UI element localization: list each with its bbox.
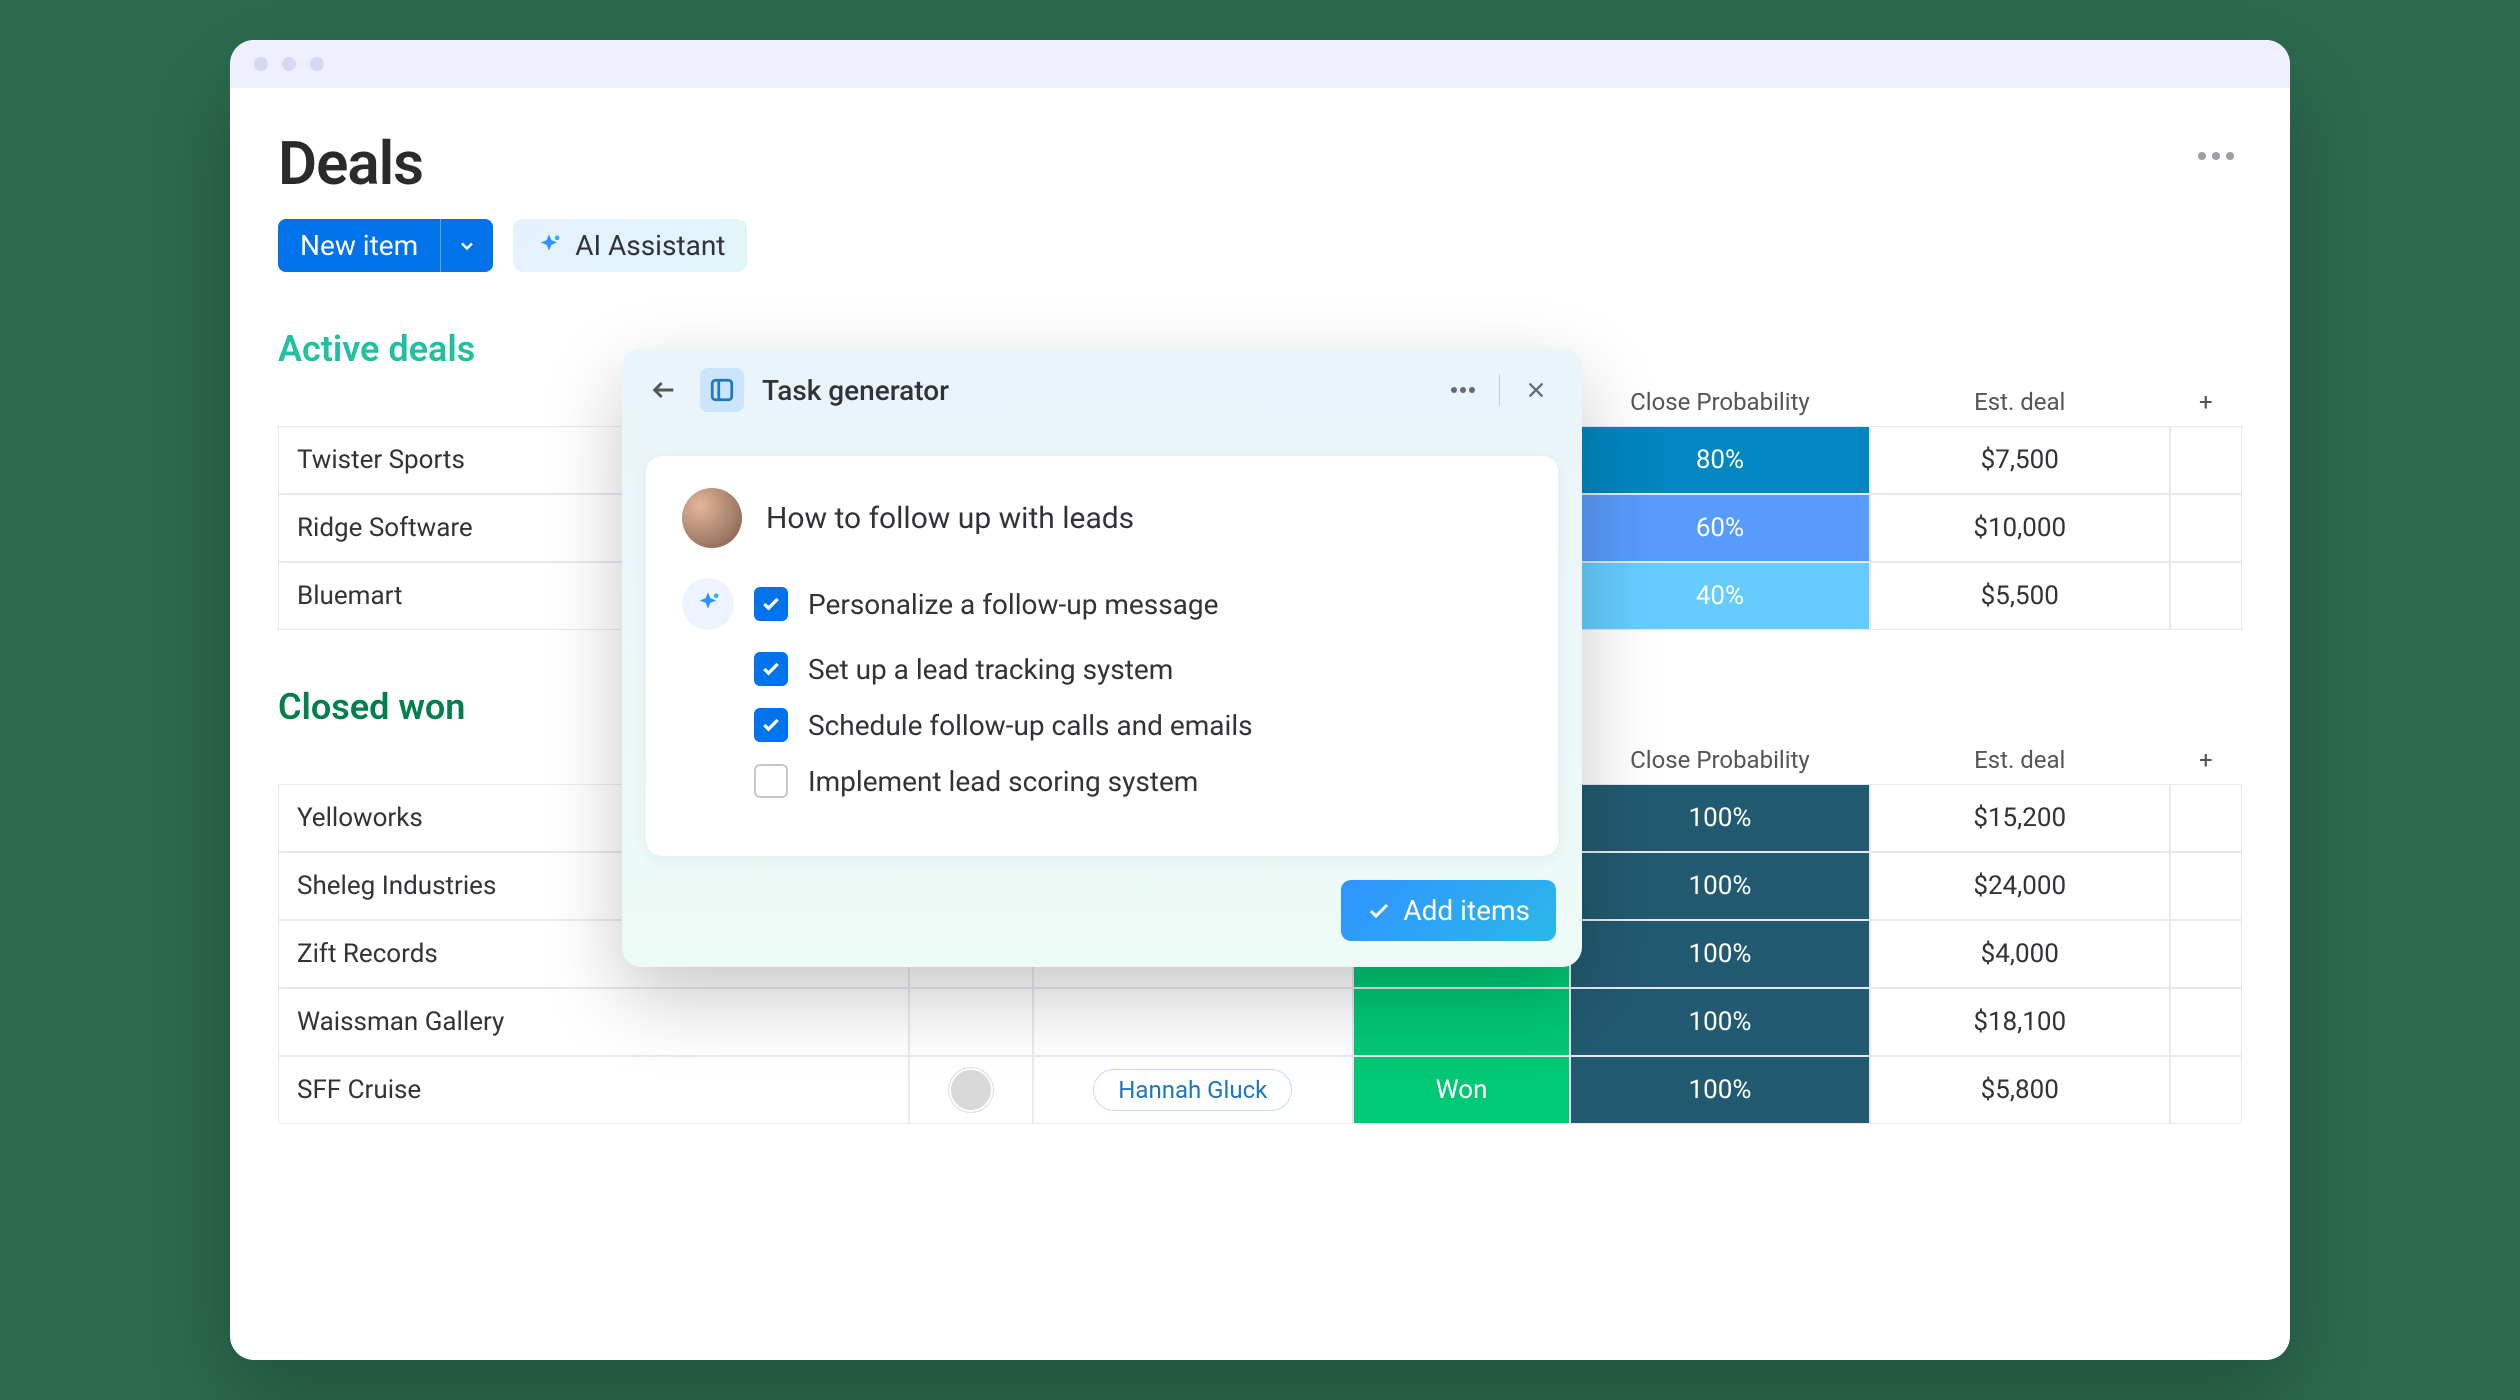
deal-value-cell[interactable]: $5,800 — [1870, 1056, 2170, 1124]
probability-cell[interactable]: 40% — [1570, 562, 1870, 630]
deal-value-cell[interactable]: $7,500 — [1870, 426, 2170, 494]
probability-cell[interactable]: 100% — [1570, 852, 1870, 920]
deal-name[interactable]: Waissman Gallery — [278, 988, 909, 1056]
stage-cell[interactable] — [1353, 988, 1570, 1056]
task-label: Implement lead scoring system — [808, 765, 1198, 798]
task-checkbox[interactable] — [754, 764, 788, 798]
blank-cell — [2170, 426, 2242, 494]
panel-more-icon[interactable] — [1441, 368, 1485, 412]
task-generator-panel: Task generator How to follow up with lea… — [622, 348, 1582, 967]
task-checkbox[interactable] — [754, 652, 788, 686]
blank-cell — [2170, 1056, 2242, 1124]
add-items-button[interactable]: Add items — [1341, 880, 1556, 941]
window-dot — [310, 57, 324, 71]
blank-cell — [2170, 920, 2242, 988]
probability-cell[interactable]: 80% — [1570, 426, 1870, 494]
ai-assistant-button[interactable]: AI Assistant — [513, 219, 747, 272]
panel-title: Task generator — [762, 374, 1423, 407]
col-close-probability[interactable]: Close Probability — [1570, 378, 1870, 426]
page-title: Deals — [278, 128, 423, 199]
blank-cell — [2170, 988, 2242, 1056]
contact-cell[interactable]: Hannah Gluck — [1033, 1056, 1353, 1124]
deal-value-cell[interactable]: $10,000 — [1870, 494, 2170, 562]
contact-cell[interactable] — [1033, 988, 1353, 1056]
col-est-deal[interactable]: Est. deal — [1870, 736, 2170, 784]
blank-cell — [2170, 562, 2242, 630]
sparkle-icon — [682, 578, 734, 630]
blank-cell — [2170, 852, 2242, 920]
sparkle-icon — [535, 232, 563, 260]
close-icon[interactable] — [1514, 368, 1558, 412]
stage-cell[interactable]: Won — [1353, 1056, 1570, 1124]
chevron-down-icon[interactable] — [440, 219, 493, 272]
add-items-label: Add items — [1403, 894, 1530, 927]
new-item-button[interactable]: New item — [278, 219, 493, 272]
probability-cell[interactable]: 100% — [1570, 784, 1870, 852]
blank-cell — [2170, 784, 2242, 852]
task-label: Set up a lead tracking system — [808, 653, 1173, 686]
window-dot — [254, 57, 268, 71]
panel-icon — [700, 368, 744, 412]
add-column-icon[interactable]: + — [2170, 736, 2242, 784]
deal-value-cell[interactable]: $5,500 — [1870, 562, 2170, 630]
contact-pill[interactable]: Hannah Gluck — [1093, 1069, 1292, 1111]
probability-cell[interactable]: 100% — [1570, 1056, 1870, 1124]
check-icon — [1367, 899, 1391, 923]
col-est-deal[interactable]: Est. deal — [1870, 378, 2170, 426]
blank-cell — [2170, 494, 2242, 562]
probability-cell[interactable]: 100% — [1570, 920, 1870, 988]
new-item-label: New item — [278, 219, 440, 272]
task-checkbox[interactable] — [754, 708, 788, 742]
task-checkbox[interactable] — [754, 587, 788, 621]
owner-avatar[interactable] — [949, 1068, 993, 1112]
deal-name[interactable]: SFF Cruise — [278, 1056, 909, 1124]
deal-value-cell[interactable]: $4,000 — [1870, 920, 2170, 988]
owner-cell[interactable] — [909, 988, 1033, 1056]
deal-value-cell[interactable]: $18,100 — [1870, 988, 2170, 1056]
app-window: Deals New item AI Assistant Active deals — [230, 40, 2290, 1360]
back-icon[interactable] — [646, 372, 682, 408]
task-label: Personalize a follow-up message — [808, 588, 1218, 621]
panel-prompt: How to follow up with leads — [766, 501, 1134, 536]
probability-cell[interactable]: 100% — [1570, 988, 1870, 1056]
probability-cell[interactable]: 60% — [1570, 494, 1870, 562]
add-column-icon[interactable]: + — [2170, 378, 2242, 426]
owner-cell[interactable] — [909, 1056, 1033, 1124]
window-titlebar — [230, 40, 2290, 88]
more-menu-icon[interactable] — [2198, 128, 2242, 160]
user-avatar — [682, 488, 742, 548]
ai-assistant-label: AI Assistant — [575, 229, 725, 262]
window-dot — [282, 57, 296, 71]
col-close-probability[interactable]: Close Probability — [1570, 736, 1870, 784]
task-label: Schedule follow-up calls and emails — [808, 709, 1253, 742]
deal-value-cell[interactable]: $15,200 — [1870, 784, 2170, 852]
deal-value-cell[interactable]: $24,000 — [1870, 852, 2170, 920]
